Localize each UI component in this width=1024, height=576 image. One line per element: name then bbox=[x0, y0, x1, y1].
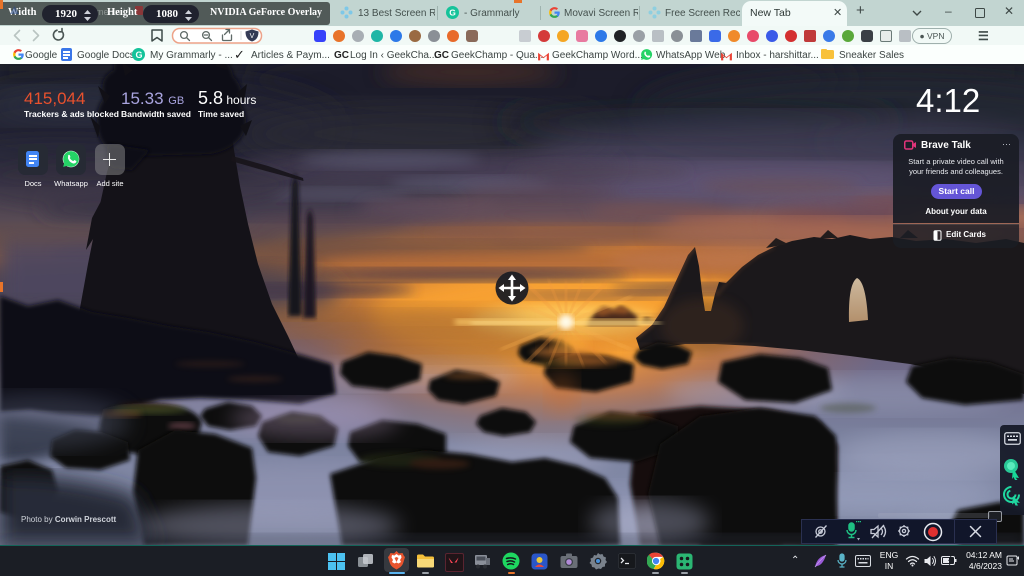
svg-text:V: V bbox=[250, 33, 255, 40]
svg-text:G: G bbox=[449, 8, 456, 18]
